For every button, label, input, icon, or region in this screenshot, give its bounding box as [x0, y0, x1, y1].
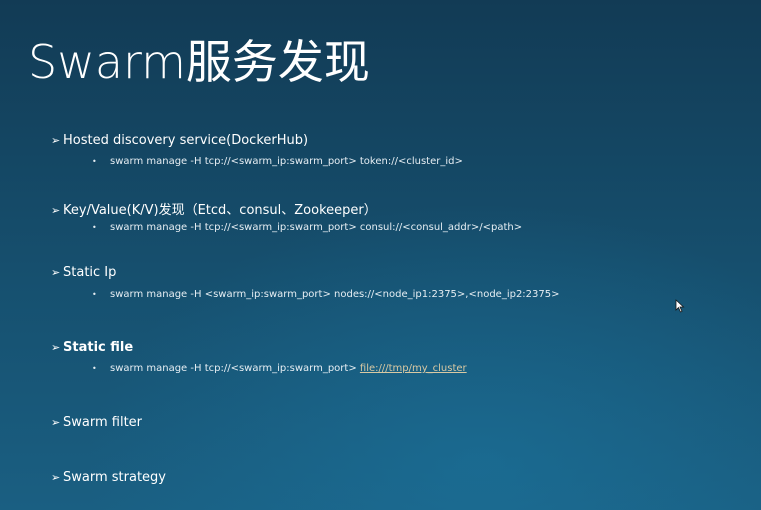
arrow-bullet-icon: ➢	[51, 416, 61, 429]
item-label: Static file	[63, 340, 134, 355]
sub-item-text: swarm manage -H tcp://<swarm_ip:swarm_po…	[110, 222, 523, 233]
arrow-bullet-icon: ➢	[51, 134, 61, 147]
sub-item-static-file: • swarm manage -H tcp://<swarm_ip:swarm_p…	[92, 363, 467, 374]
item-label: Key/Value(K/V)发现（Etcd、consul、Zookeeper）	[63, 203, 377, 218]
arrow-bullet-icon: ➢	[51, 471, 61, 484]
file-link[interactable]: file:///tmp/my_cluster	[360, 363, 467, 374]
slide-title: Swarm服务发现	[28, 35, 370, 89]
slide: Swarm服务发现 ➢ Hosted discovery service(Dock…	[0, 0, 761, 510]
sub-item-hosted-discovery: • swarm manage -H tcp://<swarm_ip:swarm_p…	[92, 156, 463, 167]
item-label: Hosted discovery service(DockerHub)	[63, 133, 309, 148]
sub-item-text: swarm manage -H tcp://<swarm_ip:swarm_po…	[110, 363, 360, 374]
list-item-static-ip: ➢ Static Ip	[51, 265, 116, 280]
list-item-hosted-discovery: ➢ Hosted discovery service(DockerHub)	[51, 133, 308, 148]
item-label: Swarm filter	[63, 415, 143, 430]
list-item-swarm-filter: ➢ Swarm filter	[51, 415, 142, 430]
sub-item-text: swarm manage -H <swarm_ip:swarm_port> no…	[110, 289, 560, 300]
sub-item-static-ip: • swarm manage -H <swarm_ip:swarm_port> n…	[92, 289, 560, 300]
list-item-static-file: ➢ Static file	[51, 340, 133, 355]
dot-bullet-icon: •	[92, 157, 97, 166]
arrow-bullet-icon: ➢	[51, 266, 61, 279]
mouse-cursor-icon	[675, 299, 685, 313]
dot-bullet-icon: •	[92, 290, 97, 299]
item-label: Static Ip	[63, 265, 117, 280]
list-item-key-value: ➢ Key/Value(K/V)发现（Etcd、consul、Zookeeper）	[51, 199, 377, 218]
dot-bullet-icon: •	[92, 364, 97, 373]
arrow-bullet-icon: ➢	[51, 204, 61, 217]
item-label: Swarm strategy	[63, 470, 166, 485]
arrow-bullet-icon: ➢	[51, 341, 61, 354]
sub-item-text: swarm manage -H tcp://<swarm_ip:swarm_po…	[110, 156, 463, 167]
list-item-swarm-strategy: ➢ Swarm strategy	[51, 470, 166, 485]
sub-item-key-value: • swarm manage -H tcp://<swarm_ip:swarm_p…	[92, 222, 522, 233]
dot-bullet-icon: •	[92, 223, 97, 232]
